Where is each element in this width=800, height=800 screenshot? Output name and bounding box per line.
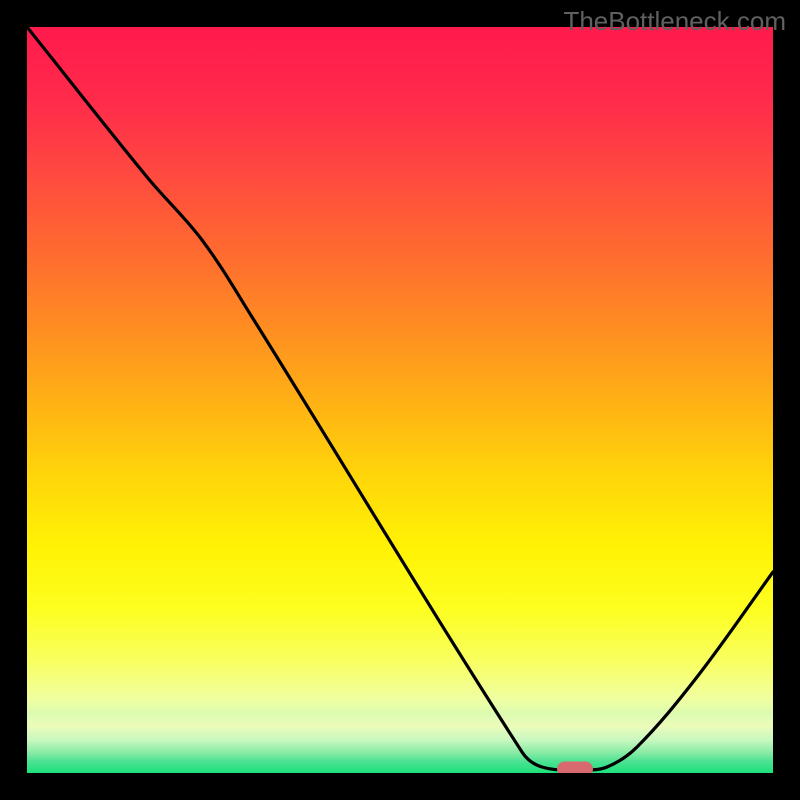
optimal-marker bbox=[557, 762, 593, 774]
watermark-text: TheBottleneck.com bbox=[563, 6, 786, 37]
plot-area bbox=[27, 27, 773, 773]
chart-container: TheBottleneck.com bbox=[0, 0, 800, 800]
bottleneck-curve bbox=[27, 27, 773, 773]
